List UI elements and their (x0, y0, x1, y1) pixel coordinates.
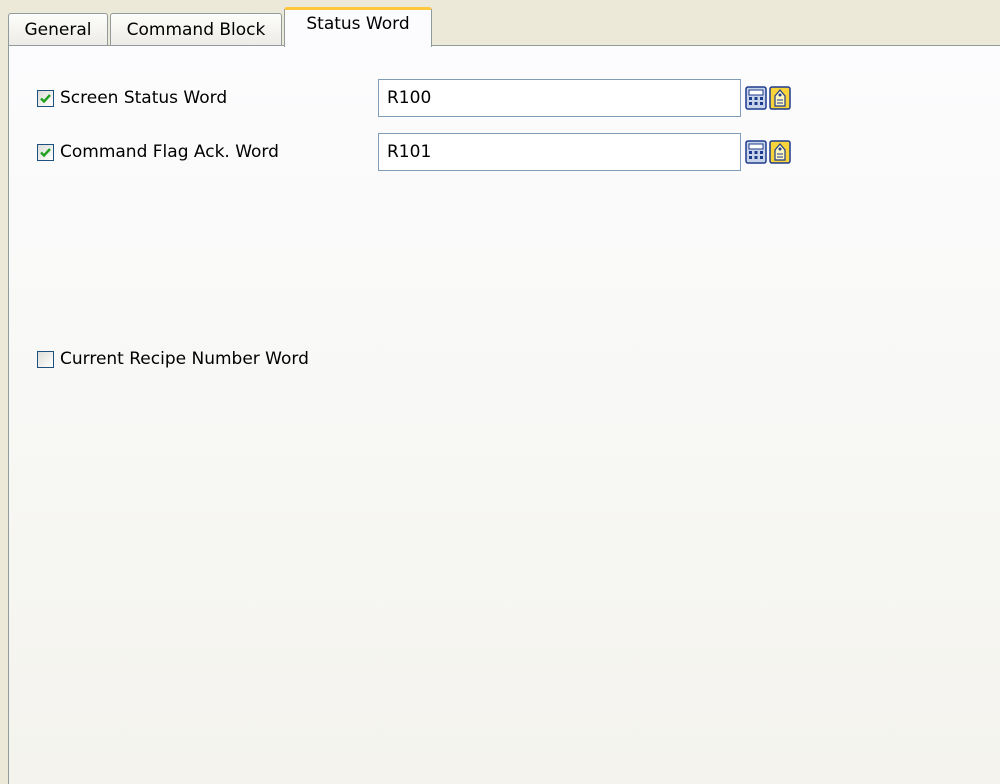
tab-status-word[interactable]: Status Word (284, 7, 432, 47)
tab-general[interactable]: General (8, 13, 108, 46)
command-flag-ack-word-checkbox[interactable] (37, 143, 54, 161)
command-flag-ack-word-label: Command Flag Ack. Word (60, 142, 279, 162)
status-word-panel: Screen Status Word R100 Command Flag Ack… (8, 45, 1000, 784)
tab-general-label: General (24, 20, 92, 40)
current-recipe-number-word-checkbox[interactable] (37, 350, 54, 368)
current-recipe-number-word-label: Current Recipe Number Word (60, 349, 309, 369)
screen-status-word-value: R100 (387, 88, 432, 108)
command-flag-ack-word-value: R101 (387, 142, 432, 162)
screen-status-word-input[interactable]: R100 (378, 79, 741, 117)
screen-status-word-row: Screen Status Word (37, 83, 227, 113)
calculator-icon[interactable] (745, 140, 767, 164)
calculator-icon[interactable] (745, 86, 767, 110)
tab-command-block-label: Command Block (126, 20, 266, 40)
tab-strip: General Command Block Status Word (8, 4, 434, 47)
current-recipe-number-word-row: Current Recipe Number Word (37, 344, 309, 374)
tab-status-word-label: Status Word (306, 14, 410, 34)
screen-status-word-label: Screen Status Word (60, 88, 228, 108)
tag-icon[interactable] (769, 86, 791, 110)
command-flag-ack-word-input[interactable]: R101 (378, 133, 741, 171)
screen-status-word-checkbox[interactable] (37, 89, 54, 107)
status-word-dialog: General Command Block Status Word Screen… (0, 0, 1000, 784)
checkmark-icon (40, 93, 51, 103)
tab-command-block[interactable]: Command Block (110, 13, 282, 46)
tag-icon[interactable] (769, 140, 791, 164)
command-flag-ack-word-row: Command Flag Ack. Word (37, 137, 279, 167)
checkmark-icon (40, 147, 51, 157)
